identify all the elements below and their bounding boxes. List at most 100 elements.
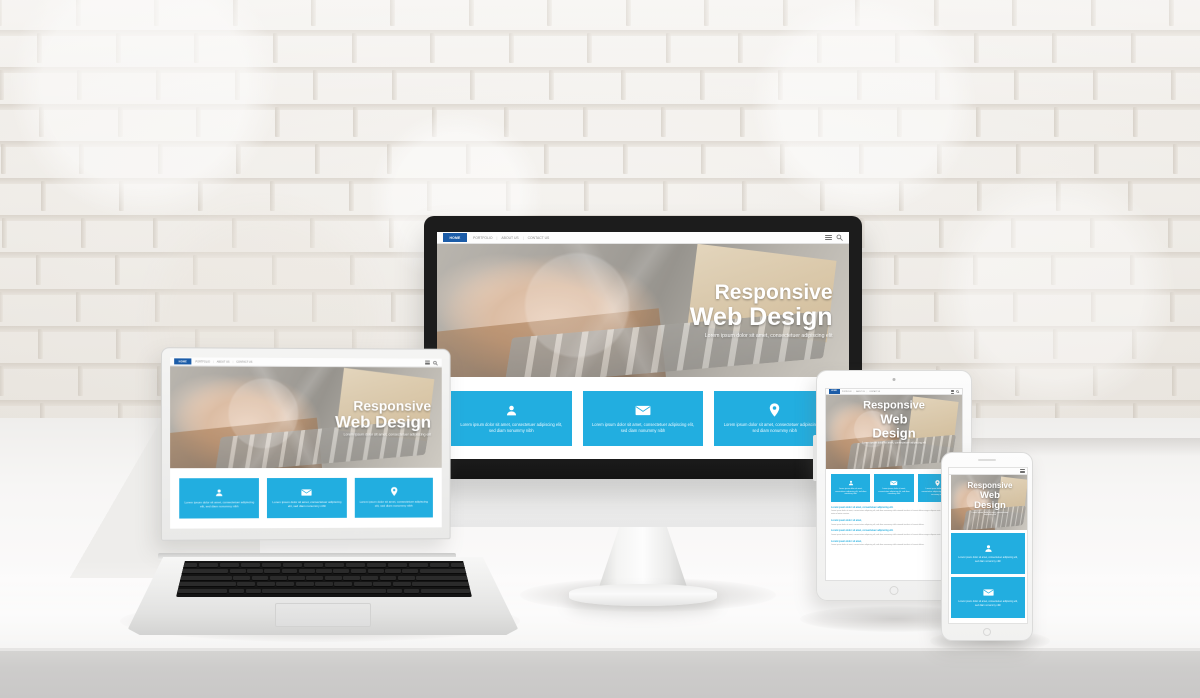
- nav-separator: |: [522, 235, 524, 240]
- nav-item-contact-us[interactable]: CONTACT US: [236, 360, 252, 363]
- hero-title-line2: Web Design: [872, 411, 916, 441]
- device-mockup-scene: HOME PORTFOLIO | ABOUT US | CONTACT US R…: [0, 0, 1200, 698]
- menu-icon[interactable]: [1020, 468, 1025, 474]
- hero-text-block: Responsive Web Design Lorem ipsum dolor …: [968, 481, 1013, 517]
- phone-home-button[interactable]: [983, 628, 991, 636]
- search-icon[interactable]: [956, 389, 960, 394]
- hero-text-block: Responsive Web Design Lorem ipsum dolor …: [860, 400, 928, 446]
- front-camera-icon: [892, 378, 896, 381]
- nav-item-home[interactable]: HOME: [828, 389, 840, 394]
- site-navbar: HOME PORTFOLIO | ABOUT US | CONTACT US: [437, 232, 849, 244]
- feature-card-text: Lorem ipsum dolor sit amet, consectetuer…: [359, 499, 428, 508]
- nav-links: PORTFOLIO | ABOUT US | CONTACT US: [842, 391, 880, 393]
- feature-card[interactable]: Lorem ipsum dolor sit amet, consectetuer…: [582, 391, 704, 446]
- nav-icon-group: [950, 389, 960, 394]
- feature-card-text: Lorem ipsum dolor sit amet, consectetuer…: [723, 422, 826, 433]
- hero-title-line1: Responsive: [714, 280, 833, 304]
- article-body: Lorem ipsum dolor sit amet, consectetuer…: [831, 533, 948, 536]
- website-laptop: HOME PORTFOLIO | ABOUT US | CONTACT US R…: [170, 357, 442, 529]
- article-item: Lorem ipsum dolor sit amet, consectetuer…: [831, 530, 957, 536]
- hero-text-block: Responsive Web Design Lorem ipsum dolor …: [335, 397, 432, 437]
- article-body: Lorem ipsum dolor sit amet, consectetuer…: [831, 510, 954, 516]
- website-phone: Responsive Web Design Lorem ipsum dolor …: [949, 468, 1027, 623]
- article-item: Lorem ipsum dolor sit amet, Lorem ipsum …: [831, 520, 957, 526]
- phone: Responsive Web Design Lorem ipsum dolor …: [941, 452, 1033, 641]
- feature-card[interactable]: Lorem ipsum dolor sit amet, consectetuer…: [874, 474, 914, 502]
- hero-subtitle: Lorem ipsum dolor sit amet, consectetuer…: [343, 432, 432, 437]
- tablet-side-button[interactable]: [813, 435, 817, 481]
- hero-banner: Responsive Web Design Lorem ipsum dolor …: [170, 366, 442, 469]
- laptop: HOME PORTFOLIO | ABOUT US | CONTACT US R…: [128, 347, 518, 635]
- envelope-icon: [301, 488, 313, 497]
- nav-item-home[interactable]: HOME: [174, 358, 192, 365]
- feature-cards-row: Lorem ipsum dolor sit amet, consectetuer…: [170, 467, 442, 529]
- hero-subtitle: Lorem ipsum dolor sit amet, consectetuer…: [971, 512, 1009, 517]
- search-icon[interactable]: [433, 360, 438, 365]
- nav-links: PORTFOLIO | ABOUT US | CONTACT US: [195, 360, 252, 363]
- hero-title-line2: Web Design: [689, 303, 833, 332]
- article-heading: Lorem ipsum dolor sit amet, consectetuer…: [831, 507, 894, 509]
- laptop-trackpad[interactable]: [275, 603, 371, 627]
- nav-separator: |: [496, 235, 498, 240]
- location-pin-icon: [935, 479, 940, 486]
- user-icon: [984, 544, 993, 553]
- hero-banner: Responsive Web Design Lorem ipsum dolor …: [951, 475, 1027, 530]
- search-icon[interactable]: [836, 234, 843, 241]
- nav-item-contact-us[interactable]: CONTACT US: [869, 391, 880, 393]
- feature-card-text: Lorem ipsum dolor sit amet, consectetuer…: [834, 487, 867, 496]
- article-body: Lorem ipsum dolor sit amet, consectetuer…: [831, 544, 925, 547]
- feature-card-text: Lorem ipsum dolor sit amet, consectetuer…: [878, 487, 910, 496]
- phone-body: Responsive Web Design Lorem ipsum dolor …: [941, 452, 1033, 641]
- feature-card-text: Lorem ipsum dolor sit amet, consectetuer…: [184, 499, 255, 509]
- nav-item-about-us[interactable]: ABOUT US: [501, 236, 518, 240]
- envelope-icon: [890, 480, 898, 486]
- desk-front-edge: [0, 648, 1200, 698]
- feature-card[interactable]: Lorem ipsum dolor sit amet, consectetuer…: [179, 478, 260, 519]
- nav-icon-group: [425, 360, 438, 365]
- article-body: Lorem ipsum dolor sit amet, consectetuer…: [831, 523, 925, 526]
- nav-item-about-us[interactable]: ABOUT US: [217, 360, 230, 363]
- nav-item-about-us[interactable]: ABOUT US: [856, 391, 865, 393]
- article-heading: Lorem ipsum dolor sit amet,: [831, 540, 862, 543]
- feature-card[interactable]: Lorem ipsum dolor sit amet, consectetuer…: [267, 477, 347, 519]
- user-icon: [215, 488, 224, 497]
- nav-icon-group: [1020, 468, 1025, 474]
- earpiece-speaker-icon: [978, 459, 996, 461]
- feature-card-text: Lorem ipsum dolor sit amet, consectetuer…: [958, 600, 1018, 607]
- feature-card[interactable]: Lorem ipsum dolor sit amet, consectetuer…: [951, 577, 1025, 618]
- envelope-icon: [982, 588, 994, 597]
- menu-icon[interactable]: [950, 389, 955, 394]
- tablet-home-button[interactable]: [889, 586, 899, 595]
- nav-item-portfolio[interactable]: PORTFOLIO: [842, 391, 852, 393]
- nav-item-contact-us[interactable]: CONTACT US: [528, 236, 550, 240]
- menu-icon[interactable]: [825, 234, 832, 241]
- location-pin-icon: [390, 487, 397, 497]
- hero-subtitle: Lorem ipsum dolor sit amet, consectetuer…: [862, 441, 926, 445]
- nav-item-home[interactable]: HOME: [443, 233, 467, 242]
- nav-separator: |: [213, 360, 214, 364]
- feature-card-text: Lorem ipsum dolor sit amet, consectetuer…: [958, 556, 1018, 563]
- article-item: Lorem ipsum dolor sit amet, consectetuer…: [831, 507, 957, 516]
- nav-separator: |: [232, 360, 234, 364]
- menu-icon[interactable]: [425, 360, 430, 365]
- article-item: Lorem ipsum dolor sit amet, Lorem ipsum …: [831, 541, 957, 547]
- phone-screen[interactable]: Responsive Web Design Lorem ipsum dolor …: [948, 467, 1028, 624]
- feature-cards-column: Lorem ipsum dolor sit amet, consectetuer…: [949, 530, 1027, 621]
- hero-subtitle: Lorem ipsum dolor sit amet, consectetuer…: [704, 333, 833, 340]
- location-pin-icon: [769, 403, 780, 417]
- hero-title-line2: Web Design: [974, 489, 1006, 511]
- monitor-stand-base: [569, 584, 717, 606]
- nav-item-portfolio[interactable]: PORTFOLIO: [195, 360, 210, 363]
- feature-card-text: Lorem ipsum dolor sit amet, consectetuer…: [592, 421, 694, 433]
- laptop-lid: HOME PORTFOLIO | ABOUT US | CONTACT US R…: [160, 347, 451, 541]
- user-icon: [848, 480, 854, 486]
- nav-item-portfolio[interactable]: PORTFOLIO: [473, 236, 493, 240]
- feature-card[interactable]: Lorem ipsum dolor sit amet, consectetuer…: [831, 474, 871, 502]
- feature-card[interactable]: Lorem ipsum dolor sit amet, consectetuer…: [354, 477, 433, 518]
- feature-card[interactable]: Lorem ipsum dolor sit amet, consectetuer…: [951, 533, 1025, 574]
- laptop-keyboard[interactable]: [176, 561, 472, 597]
- hero-title-line2: Web Design: [335, 411, 432, 432]
- article-heading: Lorem ipsum dolor sit amet,: [831, 520, 862, 523]
- laptop-screen[interactable]: HOME PORTFOLIO | ABOUT US | CONTACT US R…: [170, 357, 442, 529]
- feature-card-text: Lorem ipsum dolor sit amet, consectetuer…: [272, 499, 342, 509]
